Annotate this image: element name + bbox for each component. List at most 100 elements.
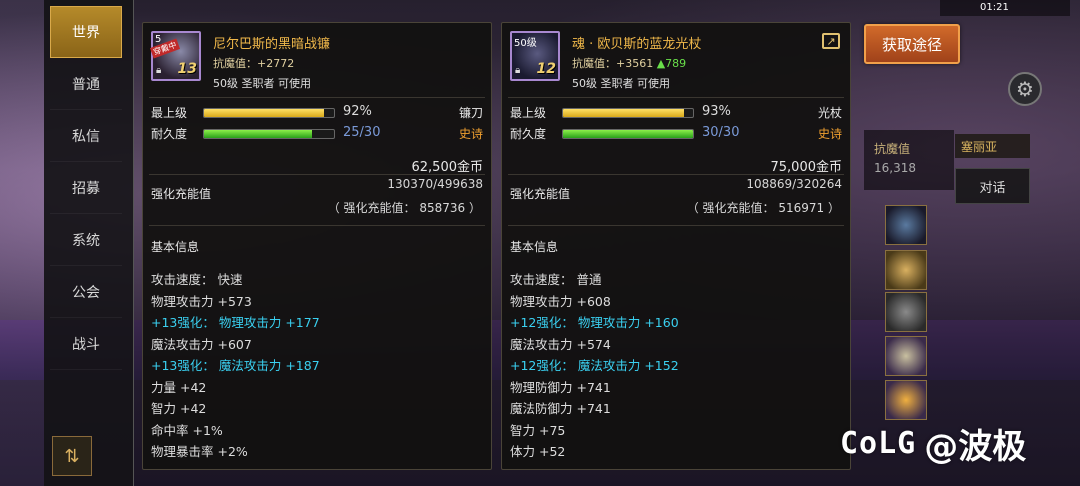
stat-line: +12强化： 魔法攻击力 +152 — [510, 358, 679, 373]
basic-info-title: 基本信息 — [151, 240, 200, 254]
max-level-bar-fill — [563, 109, 684, 117]
item-usable: 50级 圣职者 可使用 — [213, 77, 311, 90]
stat-line: +13强化： 魔法攻击力 +187 — [151, 358, 320, 373]
durability-bar — [203, 129, 335, 139]
durability-row: 耐久度 30/30 史诗 — [510, 125, 842, 143]
durability-label: 耐久度 — [151, 127, 188, 141]
chat-toggle-icon: ⇅ — [64, 445, 80, 467]
stat-line: 物理攻击力 +608 — [510, 293, 611, 309]
item-icon: 5 穿戴中 🔒︎ 13 — [149, 31, 201, 81]
item-name: 魂 · 欧贝斯的蓝龙光杖 — [572, 37, 702, 52]
stat-line: 力量 +42 — [151, 379, 207, 395]
max-level-label: 最上级 — [510, 106, 547, 120]
max-level-bar — [562, 108, 694, 118]
settings-button[interactable]: ⚙ — [1008, 72, 1042, 106]
chat-tab[interactable]: 系统 — [50, 214, 122, 266]
max-level-row: 最上级 93% 光杖 — [510, 104, 842, 122]
stat-line: 命中率 +1% — [151, 422, 223, 438]
watermark-logo: CoLG — [840, 425, 917, 461]
side-item-slot[interactable] — [885, 336, 927, 376]
stat-line: +12强化： 物理攻击力 +160 — [510, 315, 679, 330]
durability-value: 30/30 — [702, 125, 740, 140]
watermark: CoLG @波极 — [840, 418, 1026, 468]
chat-tab[interactable]: 战斗 — [50, 318, 122, 370]
max-level-percent: 92% — [343, 104, 372, 119]
chat-tab[interactable]: 私信 — [50, 110, 122, 162]
item-name: 尼尔巴斯的黑暗战镰 — [213, 37, 331, 52]
enhance-charge-value: 108869/320264 — [746, 177, 842, 191]
status-bar: 01:21 — [940, 0, 1070, 16]
status-time: 01:21 — [980, 2, 1009, 13]
weapon-type: 光杖 — [817, 106, 842, 120]
item-enhance-level: 12 — [536, 61, 556, 77]
stat-line: 物理防御力 +741 — [510, 379, 611, 395]
stat-line: 魔法攻击力 +607 — [151, 336, 252, 352]
lock-icon: 🔒︎ — [156, 65, 162, 76]
stat-line: 智力 +42 — [151, 401, 207, 416]
side-resist-panel: 抗魔值 16,318 — [864, 130, 954, 190]
lock-icon: 🔒︎ — [515, 65, 521, 76]
equipped-item-tooltip: 5 穿戴中 🔒︎ 13 尼尔巴斯的黑暗战镰 抗魔值：+2772 50级 圣职者 … — [142, 22, 492, 470]
compare-item-tooltip: 50级 🔒︎ 12 魂 · 欧贝斯的蓝龙光杖 抗魔值：+3561 ▲789 50… — [501, 22, 851, 470]
enhance-charge-block: 强化充能值 130370/499638 （ 强化充能值： 858736 ） — [143, 175, 491, 225]
max-level-row: 最上级 92% 镰刀 — [151, 104, 483, 122]
item-bars: 最上级 92% 镰刀 耐久度 25/30 史诗 62,500金币 — [143, 98, 491, 175]
side-item-slot[interactable] — [885, 292, 927, 332]
enhance-charge-block: 强化充能值 108869/320264 （ 强化充能值： 516971 ） — [502, 175, 850, 225]
basic-info-title: 基本信息 — [510, 240, 559, 254]
acquire-route-button[interactable]: 获取途径 — [864, 24, 960, 64]
item-header: 50级 🔒︎ 12 魂 · 欧贝斯的蓝龙光杖 抗魔值：+3561 ▲789 50… — [502, 23, 850, 97]
item-resist-text: 抗魔值：+3561 — [572, 57, 657, 70]
durability-value: 25/30 — [343, 125, 381, 140]
dialog-button[interactable]: 对话 — [955, 168, 1030, 204]
max-level-label: 最上级 — [151, 106, 188, 120]
chat-tab[interactable]: 招募 — [50, 162, 122, 214]
item-header: 5 穿戴中 🔒︎ 13 尼尔巴斯的黑暗战镰 抗魔值：+2772 50级 圣职者 … — [143, 23, 491, 97]
side-item-slot[interactable] — [885, 380, 927, 420]
durability-label: 耐久度 — [510, 127, 547, 141]
chat-tab[interactable]: 普通 — [50, 58, 122, 110]
stat-line: 攻击速度： 普通 — [510, 272, 602, 287]
item-resist-text: 抗魔值：+2772 — [213, 57, 295, 70]
item-resist: 抗魔值：+3561 ▲789 — [572, 55, 686, 71]
stat-line: 物理暴击率 +2% — [151, 444, 248, 459]
stat-line: 体力 +52 — [510, 444, 566, 459]
chat-toggle-button[interactable]: ⇅ — [52, 436, 92, 476]
side-item-slot[interactable] — [885, 205, 927, 245]
item-icon: 50级 🔒︎ 12 — [510, 31, 560, 81]
chat-panel: 世界 普通 私信 招募 系统 公会 战斗 ⇅ — [44, 0, 134, 486]
enhance-charge-detail: （ 强化充能值： 858736 ） — [327, 201, 481, 215]
stat-line: 魔法防御力 +741 — [510, 401, 611, 416]
item-price: 75,000金币 — [770, 160, 843, 175]
stat-line: 攻击速度： 快速 — [151, 272, 243, 287]
rarity: 史诗 — [817, 127, 842, 141]
stat-list: 攻击速度： 普通 物理攻击力 +608 +12强化： 物理攻击力 +160 魔法攻击力… — [502, 263, 850, 463]
npc-name: 塞丽亚 — [955, 134, 1030, 158]
share-icon[interactable]: ↗ — [822, 33, 840, 49]
stat-line: 智力 +75 — [510, 422, 566, 438]
rarity: 史诗 — [458, 127, 483, 141]
stat-line: 物理攻击力 +573 — [151, 293, 252, 309]
durability-row: 耐久度 25/30 史诗 — [151, 125, 483, 143]
enhance-charge-detail: （ 强化充能值： 516971 ） — [686, 201, 840, 215]
item-bars: 最上级 93% 光杖 耐久度 30/30 史诗 75,000金币 — [502, 98, 850, 175]
chat-tab[interactable]: 世界 — [50, 6, 122, 58]
durability-bar-fill — [204, 130, 313, 138]
stat-line: 魔法攻击力 +574 — [510, 336, 611, 352]
max-level-bar — [203, 108, 335, 118]
side-item-slot[interactable] — [885, 250, 927, 290]
item-icon-level: 50级 — [514, 38, 537, 49]
side-resist-label: 抗魔值 — [874, 142, 911, 156]
chat-tab-list: 世界 普通 私信 招募 系统 公会 战斗 — [50, 6, 122, 370]
durability-bar-fill — [563, 130, 693, 138]
enhance-charge-label: 强化充能值 — [151, 187, 212, 201]
max-level-percent: 93% — [702, 104, 731, 119]
side-resist-value: 16,318 — [874, 161, 916, 175]
watermark-handle: @波极 — [924, 426, 1027, 467]
durability-bar — [562, 129, 694, 139]
item-resist: 抗魔值：+2772 — [213, 55, 294, 71]
item-price: 62,500金币 — [411, 160, 484, 175]
stat-list: 攻击速度： 快速 物理攻击力 +573 +13强化： 物理攻击力 +177 魔法攻击力… — [143, 263, 491, 463]
item-enhance-level: 13 — [177, 61, 197, 77]
chat-tab[interactable]: 公会 — [50, 266, 122, 318]
